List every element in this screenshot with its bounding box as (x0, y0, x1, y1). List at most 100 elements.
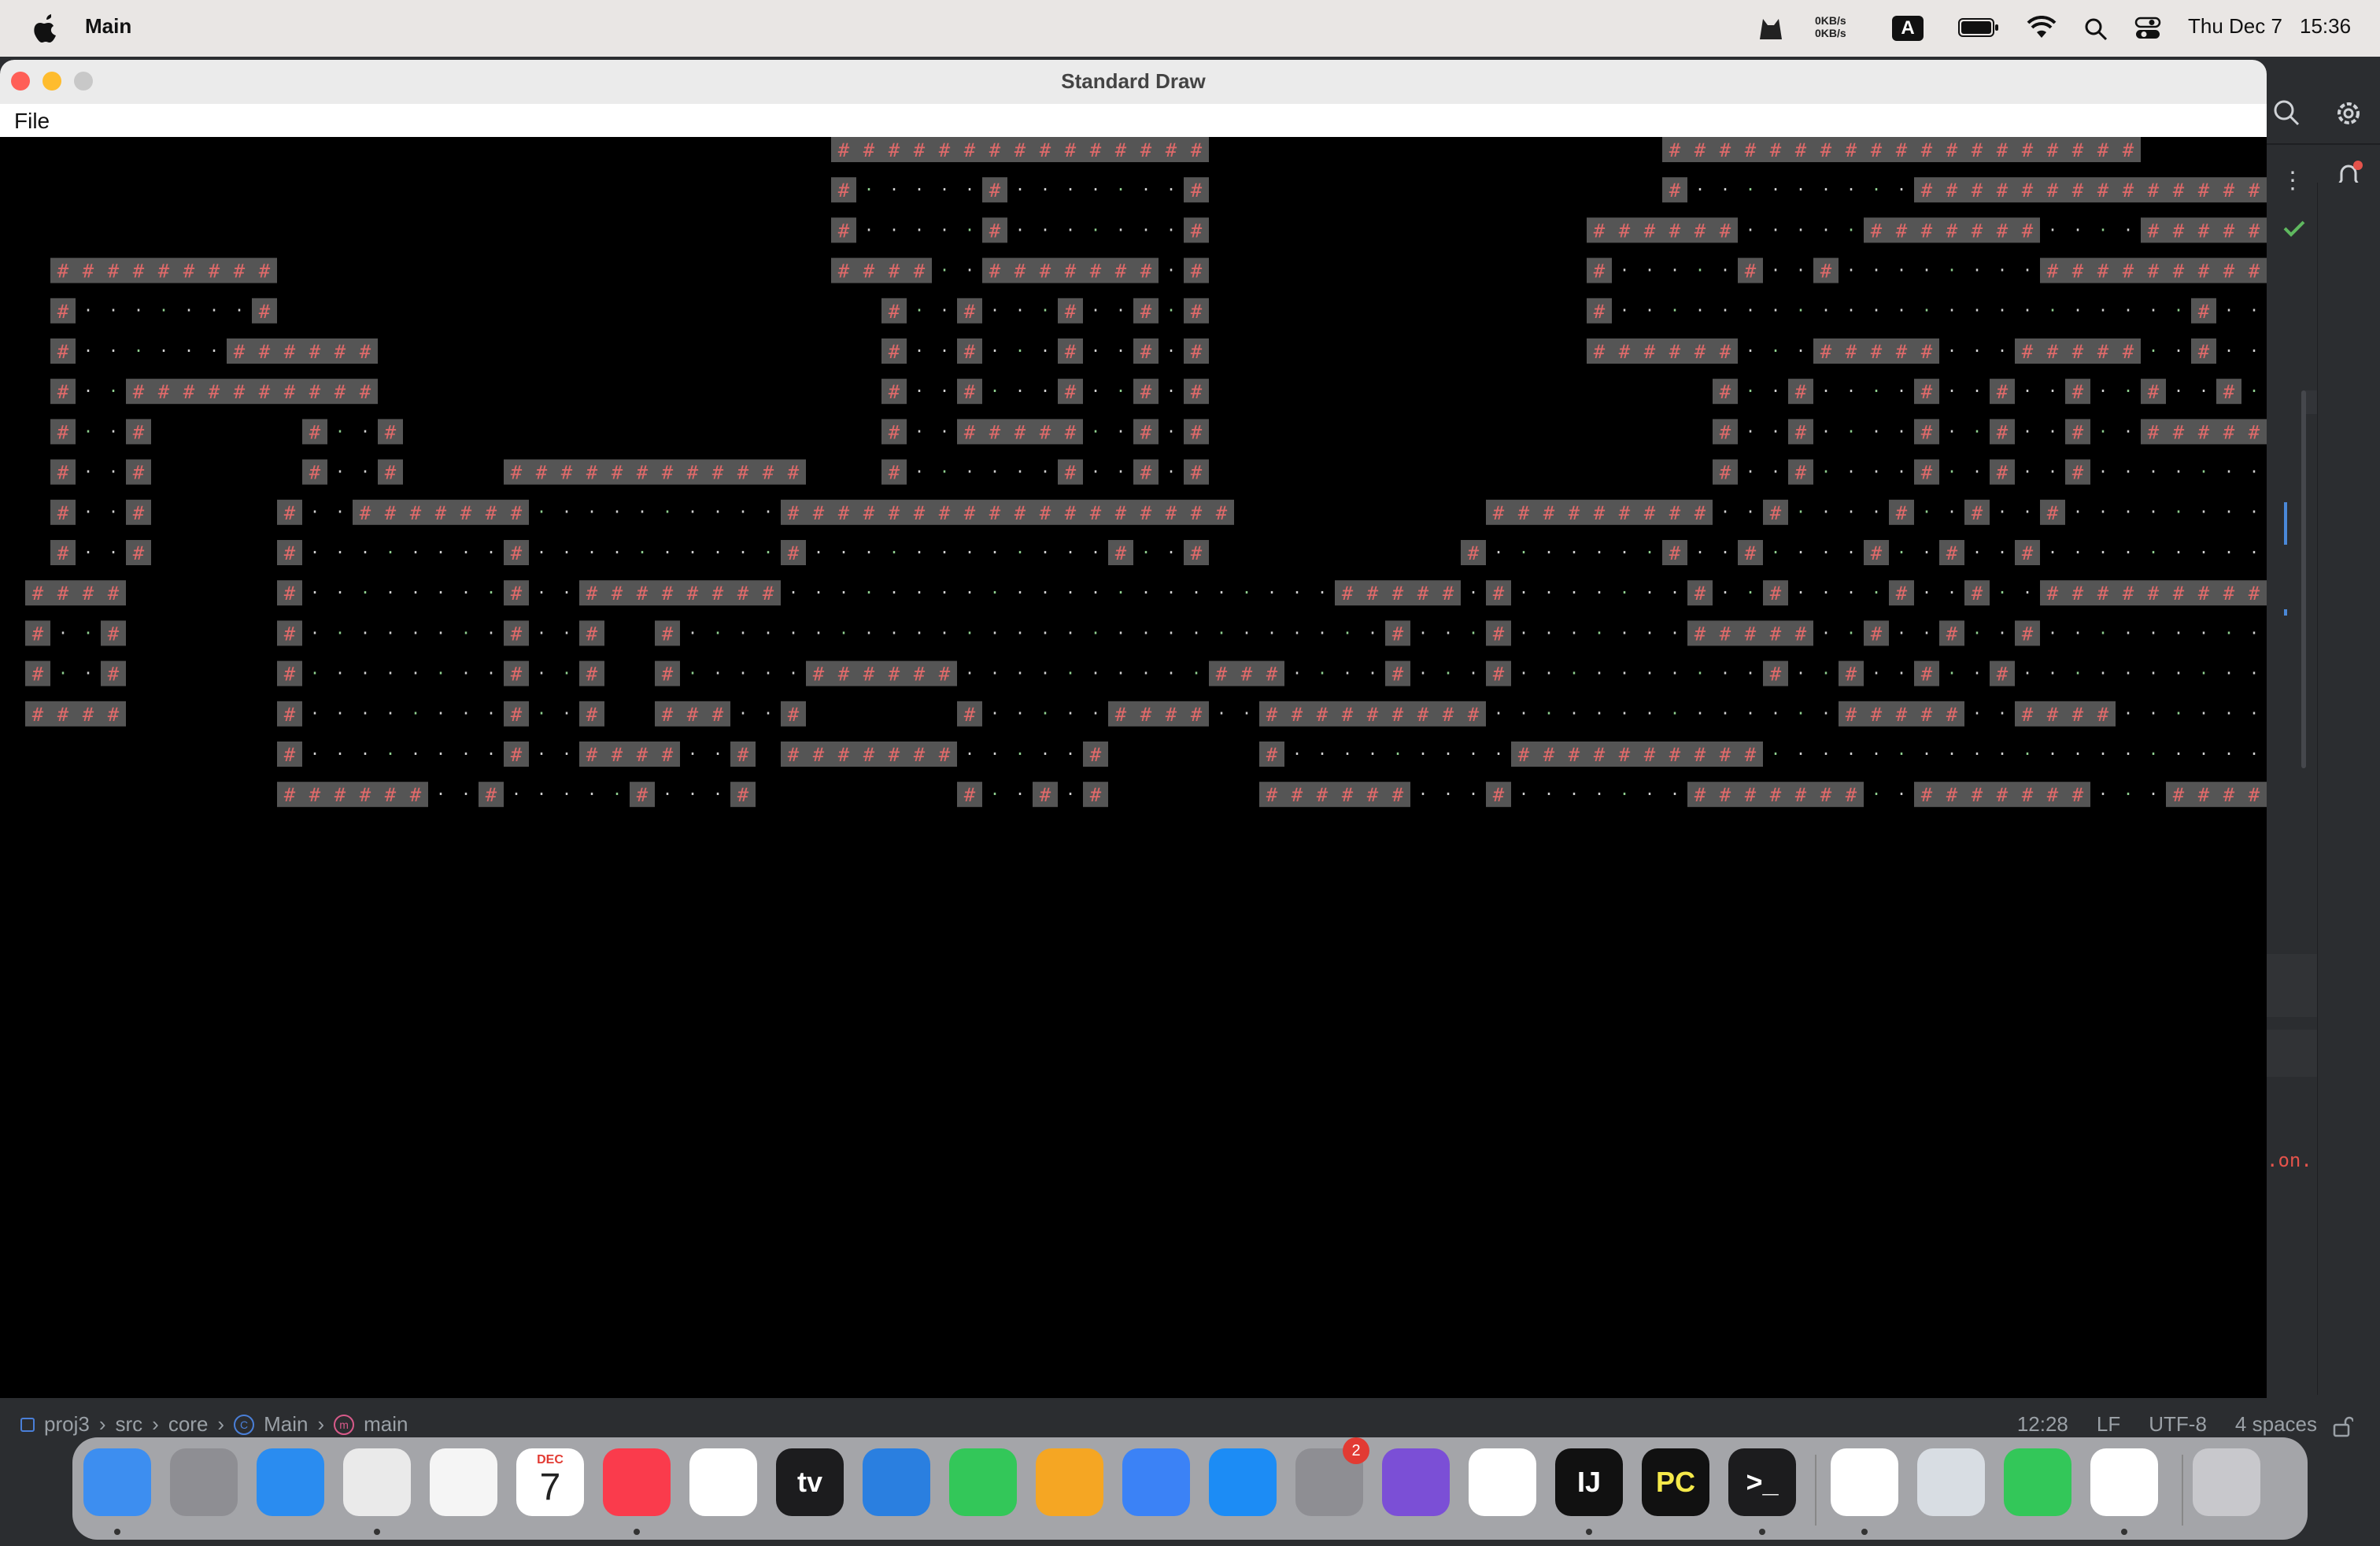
more-options-icon[interactable]: ⋮ (2281, 167, 2304, 194)
indent-setting[interactable]: 4 spaces (2235, 1412, 2317, 1437)
floor-tile: · (915, 542, 924, 561)
svg-text:#: # (889, 502, 900, 524)
method-icon: m (334, 1414, 355, 1435)
wall-tile: # (1108, 540, 1133, 565)
appstore-icon[interactable] (1209, 1448, 1277, 1516)
svg-text:#: # (57, 502, 69, 524)
numbers-icon[interactable] (949, 1448, 1017, 1516)
floor-tile: · (1040, 220, 1050, 239)
preview-icon[interactable] (1917, 1448, 1985, 1516)
floor-tile: · (1821, 583, 1831, 602)
file-menu[interactable]: File (14, 109, 50, 134)
terminal-icon[interactable]: >_ (1728, 1448, 1796, 1516)
floor-tile: · (2174, 664, 2183, 682)
cat-status-icon[interactable] (1755, 14, 1787, 43)
svg-text:#: # (2123, 583, 2134, 605)
wall-tile: # (1385, 782, 1410, 808)
floor-tile: · (1116, 462, 1125, 481)
safari-icon[interactable] (257, 1448, 324, 1516)
wall-tile: # (1687, 338, 1713, 364)
file-encoding[interactable]: UTF-8 (2149, 1412, 2207, 1437)
line-ending[interactable]: LF (2097, 1412, 2120, 1437)
floor-tile: · (2048, 220, 2057, 239)
svg-text:#: # (914, 502, 926, 524)
wall-tile: # (2015, 701, 2040, 727)
breadcrumb-method[interactable]: main (364, 1412, 408, 1437)
svg-text:#: # (1392, 623, 1404, 645)
svg-text:#: # (1090, 784, 1102, 806)
wall-tile: # (1813, 782, 1839, 808)
floor-tile: · (2023, 502, 2032, 521)
floor-tile: · (1015, 341, 1025, 360)
wall-tile: # (1788, 782, 1813, 808)
svg-text:#: # (889, 301, 900, 323)
svg-text:#: # (2047, 139, 2059, 161)
floor-tile: · (1771, 341, 1780, 360)
wall-tile: # (881, 459, 907, 485)
svg-text:#: # (2198, 261, 2210, 283)
calendar-icon[interactable]: DEC 7 (516, 1448, 584, 1516)
floor-tile: · (1947, 502, 1957, 521)
floor-tile: · (310, 502, 320, 521)
launchpad-icon[interactable] (170, 1448, 238, 1516)
spotlight-search-icon[interactable] (2084, 17, 2108, 41)
java-icon[interactable] (2090, 1448, 2158, 1516)
facetime-icon[interactable] (2004, 1448, 2071, 1516)
github-icon[interactable] (1382, 1448, 1450, 1516)
pycharm-icon[interactable]: PC (1642, 1448, 1709, 1516)
battery-icon[interactable] (1958, 17, 1999, 38)
pages-icon[interactable] (1036, 1448, 1103, 1516)
menu-bar: Main 0KB/s 0KB/s A Thu Dec 7 15:36 (0, 0, 2380, 57)
trash-icon[interactable] (2193, 1448, 2260, 1516)
svg-text:#: # (2072, 381, 2084, 403)
tv-icon[interactable]: tv (776, 1448, 844, 1516)
breadcrumb-class[interactable]: Main (264, 1412, 308, 1437)
window-titlebar[interactable]: Standard Draw (0, 60, 2267, 105)
intellij-icon[interactable]: IJ (1555, 1448, 1623, 1516)
photos-icon[interactable] (430, 1448, 497, 1516)
cat-icon[interactable] (1122, 1448, 1190, 1516)
floor-tile: · (1645, 301, 1654, 320)
input-source-icon[interactable]: A (1892, 16, 1924, 41)
wall-tile: # (50, 419, 76, 445)
textedit-icon[interactable] (1831, 1448, 1898, 1516)
search-icon[interactable] (2271, 98, 2303, 129)
floor-tile: · (1670, 785, 1680, 804)
control-center-icon[interactable] (2134, 16, 2161, 41)
floor-tile: · (2224, 664, 2234, 682)
breadcrumb-src[interactable]: src (116, 1412, 143, 1437)
world-tile-map: # # # # # # # # # # # # # # # # # # # # # # # # # # # # # # # # # ## · · · · ·… (25, 137, 2267, 808)
breadcrumb-core[interactable]: core (168, 1412, 209, 1437)
wall-tile: # (932, 137, 957, 162)
svg-text:#: # (2047, 341, 2059, 363)
svg-text:#: # (788, 542, 800, 564)
vscode-icon[interactable] (1469, 1448, 1536, 1516)
gear-icon[interactable] (2333, 98, 2364, 129)
clock-date[interactable]: Thu Dec 7 (2188, 14, 2282, 39)
svg-text:#: # (964, 502, 976, 524)
draw-canvas[interactable]: # # # # # # # # # # # # # # # # # # # # # # # # # # # # # # # # # # # · · · · ·… (0, 137, 2267, 1398)
wifi-icon[interactable] (2026, 16, 2057, 41)
editor-scrollbar[interactable] (2301, 390, 2306, 768)
music-icon[interactable] (603, 1448, 671, 1516)
finder-icon[interactable] (83, 1448, 151, 1516)
caret-position[interactable]: 12:28 (2017, 1412, 2068, 1437)
reminders-icon[interactable] (689, 1448, 757, 1516)
floor-tile: · (562, 664, 571, 682)
network-speed[interactable]: 0KB/s 0KB/s (1815, 14, 1846, 39)
clock-time[interactable]: 15:36 (2300, 14, 2351, 39)
svg-text:#: # (2249, 784, 2260, 806)
keynote-icon[interactable] (863, 1448, 930, 1516)
floor-tile: · (2224, 301, 2234, 320)
chrome-icon[interactable] (343, 1448, 411, 1516)
svg-text:#: # (586, 462, 598, 484)
wall-tile: # (1033, 782, 1058, 808)
app-menu-main[interactable]: Main (85, 14, 131, 39)
wall-tile: # (831, 499, 856, 525)
floor-tile: · (1569, 542, 1579, 561)
svg-text:#: # (1090, 744, 1102, 766)
apple-menu-icon[interactable] (30, 11, 61, 46)
floor-tile: · (940, 180, 949, 199)
lock-icon[interactable] (2331, 1415, 2353, 1437)
breadcrumb-project[interactable]: proj3 (44, 1412, 90, 1437)
